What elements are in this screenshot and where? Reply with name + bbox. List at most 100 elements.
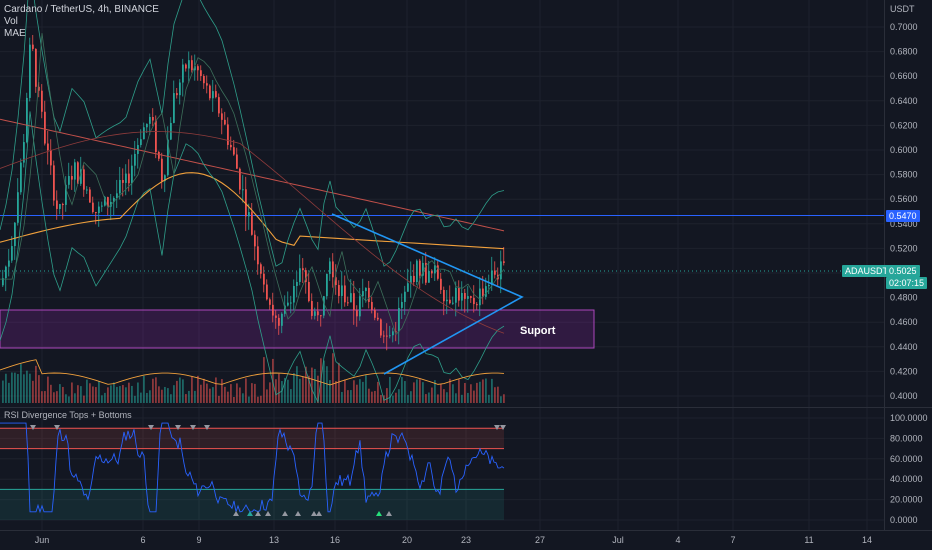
volume-bar [188, 390, 190, 403]
volume-bar [116, 386, 118, 403]
candle-body [26, 97, 28, 143]
volume-bar [290, 389, 292, 403]
volume-bar [452, 384, 454, 403]
trading-chart[interactable]: 0.7000 0.6800 0.6600 0.6400 0.6200 0.6000 0.58… [0, 0, 932, 550]
rsi-pane [0, 422, 506, 520]
volume-bar [215, 377, 217, 403]
volume-bar [374, 390, 376, 403]
candle-body [341, 285, 343, 296]
volume-bar [200, 384, 202, 403]
candle-body [98, 206, 100, 214]
candle-body [404, 291, 406, 302]
candle-body [41, 90, 43, 112]
candle-body [29, 44, 31, 98]
candle-body [398, 307, 400, 332]
volume-bar [137, 382, 139, 403]
candle-body [215, 91, 217, 98]
volume-bar [437, 394, 439, 403]
volume-bar [80, 386, 82, 403]
candle-body [56, 200, 58, 209]
candle-body [179, 82, 181, 96]
candle-body [311, 301, 313, 316]
volume-bar [203, 378, 205, 403]
volume-bar [143, 375, 145, 403]
candle-body [467, 296, 469, 299]
candle-body [353, 293, 355, 311]
price-tick-label: 0.4400 [890, 342, 918, 352]
volume-bar [128, 382, 130, 403]
volume-bar [113, 382, 115, 403]
time-tick-label: 7 [730, 535, 735, 545]
volume-bar [227, 391, 229, 403]
candle-body [347, 302, 349, 304]
volume-bar [233, 396, 235, 403]
candle-body [170, 122, 172, 140]
volume-bar [419, 379, 421, 403]
volume-bar [161, 389, 163, 403]
price-tick-label: 0.6400 [890, 96, 918, 106]
candle-body [344, 285, 346, 303]
volume-bar [62, 386, 64, 403]
candle-body [371, 301, 373, 310]
candle-body [278, 317, 280, 326]
candle-body [407, 283, 409, 292]
candle-body [185, 64, 187, 69]
volume-bar [8, 382, 10, 403]
price-tick-label: 0.6000 [890, 145, 918, 155]
candle-body [176, 93, 178, 96]
volume-bar [416, 379, 418, 403]
candle-body [146, 123, 148, 128]
volume-bar [167, 388, 169, 403]
candle-body [476, 304, 478, 306]
rsi-tick-label: 80.0000 [890, 433, 923, 443]
time-tick-label: 14 [862, 535, 872, 545]
volume-bar [74, 393, 76, 403]
candle-body [494, 270, 496, 275]
candle-body [251, 212, 253, 235]
volume-bar [86, 379, 88, 403]
time-tick-label: 16 [330, 535, 340, 545]
volume-bar [248, 396, 250, 403]
candle-body [134, 153, 136, 166]
candle-body [317, 311, 319, 316]
candlesticks [2, 34, 505, 351]
candle-body [8, 260, 10, 267]
volume-bar [287, 379, 289, 403]
candle-body [485, 286, 487, 297]
volume-bar [38, 375, 40, 403]
volume-bar [230, 384, 232, 403]
volume-bar [299, 378, 301, 403]
symbol-title[interactable]: Cardano / TetherUS, 4h, BINANCE [4, 4, 159, 16]
candle-body [131, 165, 133, 184]
volume-bar [53, 392, 55, 403]
candle-body [386, 335, 388, 337]
volume-bar [491, 378, 493, 403]
support-label[interactable]: Suport [520, 325, 555, 337]
volume-bar [341, 391, 343, 403]
candle-body [275, 315, 277, 318]
volume-bar [236, 383, 238, 403]
rsi-tick-label: 100.0000 [890, 413, 928, 423]
volume-bar [392, 395, 394, 403]
candle-body [53, 165, 55, 201]
candle-body [299, 268, 301, 282]
volume-bar [353, 380, 355, 403]
volume-bar [71, 382, 73, 403]
volume-bar [5, 373, 7, 403]
candle-body [332, 261, 334, 278]
volume-bar [332, 353, 334, 403]
candle-body [302, 268, 304, 271]
indicator-vol[interactable]: Vol [4, 16, 159, 28]
rsi-indicator-title[interactable]: RSI Divergence Tops + Bottoms [4, 410, 132, 420]
volume-bar [59, 384, 61, 403]
candle-body [368, 287, 370, 302]
volume-bar [470, 384, 472, 403]
volume-bar [152, 378, 154, 403]
rsi-axis[interactable]: 100.0000 80.0000 60.0000 40.0000 20.0000 0.00… [890, 413, 928, 525]
time-tick-label: 23 [461, 535, 471, 545]
candle-body [377, 317, 379, 320]
candle-body [257, 246, 259, 265]
time-axis[interactable]: Jun 6 9 13 16 20 23 27 Jul 4 7 11 14 [35, 535, 872, 545]
volume-bar [443, 389, 445, 403]
indicator-mae[interactable]: MAE [4, 28, 159, 40]
